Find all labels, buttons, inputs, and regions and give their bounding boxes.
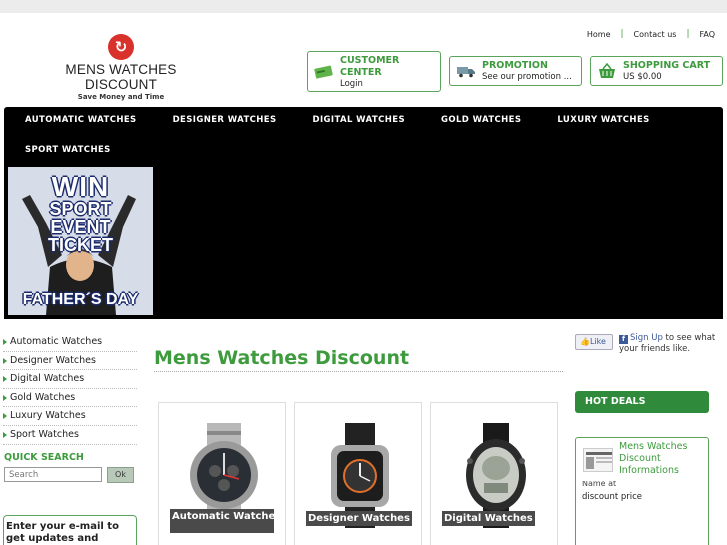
deal-title-link[interactable]: Mens Watches Discount Informations [619, 441, 707, 477]
category-card-digital[interactable]: Digital Watches [430, 402, 558, 545]
email-signup-text: Enter your e-mail to get updates and spe… [6, 521, 119, 544]
sidebar-item-luxury-watches[interactable]: Luxury Watches [3, 407, 137, 426]
contact-link[interactable]: Contact us [634, 30, 677, 39]
search-ok-button[interactable]: Ok [107, 467, 134, 483]
hot-deal-item[interactable]: Mens Watches Discount Informations Name … [575, 437, 709, 545]
promotion-box[interactable]: PROMOTION See our promotion ... [449, 56, 582, 86]
deal-description: discount price [582, 492, 643, 502]
top-strip [0, 0, 727, 13]
category-label[interactable]: Designer Watches [306, 511, 412, 526]
nav-sport-watches[interactable]: SPORT WATCHES [4, 144, 111, 156]
facebook-icon: f [619, 335, 628, 344]
promotion-title: PROMOTION [482, 60, 548, 71]
cart-icon [599, 63, 615, 78]
category-label[interactable]: Automatic Watches [170, 509, 281, 533]
sidebar-categories: Automatic Watches Designer Watches Digit… [3, 333, 137, 445]
home-link[interactable]: Home [587, 30, 611, 39]
nav-designer-watches[interactable]: DESIGNER WATCHES [152, 114, 277, 126]
category-label[interactable]: Digital Watches [442, 511, 535, 526]
title-divider [154, 371, 563, 372]
sidebar-item-gold-watches[interactable]: Gold Watches [3, 389, 137, 408]
truck-icon [457, 67, 475, 78]
shopping-cart-box[interactable]: SHOPPING CART US $0.00 [590, 56, 723, 86]
page-title: Mens Watches Discount [154, 347, 410, 369]
deal-thumbnail-image[interactable] [583, 448, 613, 472]
sidebar-item-automatic-watches[interactable]: Automatic Watches [3, 333, 137, 352]
sidebar-item-digital-watches[interactable]: Digital Watches [3, 370, 137, 389]
hot-deals-header: HOT DEALS [575, 391, 709, 413]
category-card-designer[interactable]: Designer Watches [294, 402, 422, 545]
banner-line-5: FATHER´S DAY [22, 291, 139, 308]
nav-digital-watches[interactable]: DIGITAL WATCHES [292, 114, 405, 126]
logo-mark-icon: ↻ [108, 34, 134, 60]
sidebar-item-sport-watches[interactable]: Sport Watches [3, 426, 137, 445]
customer-center-title: CUSTOMER CENTER [340, 55, 400, 78]
banner-line-4: TICKET [48, 235, 113, 255]
cart-total: US $0.00 [623, 72, 662, 82]
facebook-signup-link[interactable]: Sign Up [630, 333, 663, 343]
nav-automatic-watches[interactable]: AUTOMATIC WATCHES [4, 114, 137, 126]
separator: | [620, 29, 624, 39]
login-link[interactable]: Login [340, 79, 363, 89]
logo-tagline: Save Money and Time [77, 93, 165, 101]
quick-search-title: QUICK SEARCH [4, 452, 84, 463]
promo-banner[interactable]: WIN SPORT EVENT TICKET FATHER´S DAY [8, 167, 153, 315]
email-signup-box: Enter your e-mail to get updates and spe… [3, 515, 137, 545]
category-card-automatic[interactable]: Automatic Watches [158, 402, 286, 545]
facebook-like-button[interactable]: 👍Like [575, 334, 613, 350]
sidebar-item-designer-watches[interactable]: Designer Watches [3, 352, 137, 371]
promotion-sub: See our promotion ... [482, 72, 572, 82]
site-logo[interactable]: ↻ MENS WATCHES DISCOUNT Save Money and T… [36, 34, 206, 101]
shopping-cart-title: SHOPPING CART [623, 60, 711, 71]
faq-link[interactable]: FAQ [700, 30, 716, 39]
facebook-prompt: f Sign Up to see what your friends like. [619, 333, 724, 355]
nav-luxury-watches[interactable]: LUXURY WATCHES [536, 114, 649, 126]
nav-gold-watches[interactable]: GOLD WATCHES [420, 114, 521, 126]
deal-cut-text: Name at [582, 481, 617, 487]
search-input[interactable] [4, 467, 102, 482]
customer-center-box[interactable]: CUSTOMER CENTER Login [307, 51, 441, 92]
logo-name: MENS WATCHES DISCOUNT [65, 62, 177, 92]
thumbs-up-icon: 👍 [580, 337, 590, 346]
customer-center-icon [314, 65, 333, 79]
separator: | [686, 29, 690, 39]
like-label: Like [589, 337, 606, 346]
top-links: Home | Contact us | FAQ [587, 29, 715, 39]
